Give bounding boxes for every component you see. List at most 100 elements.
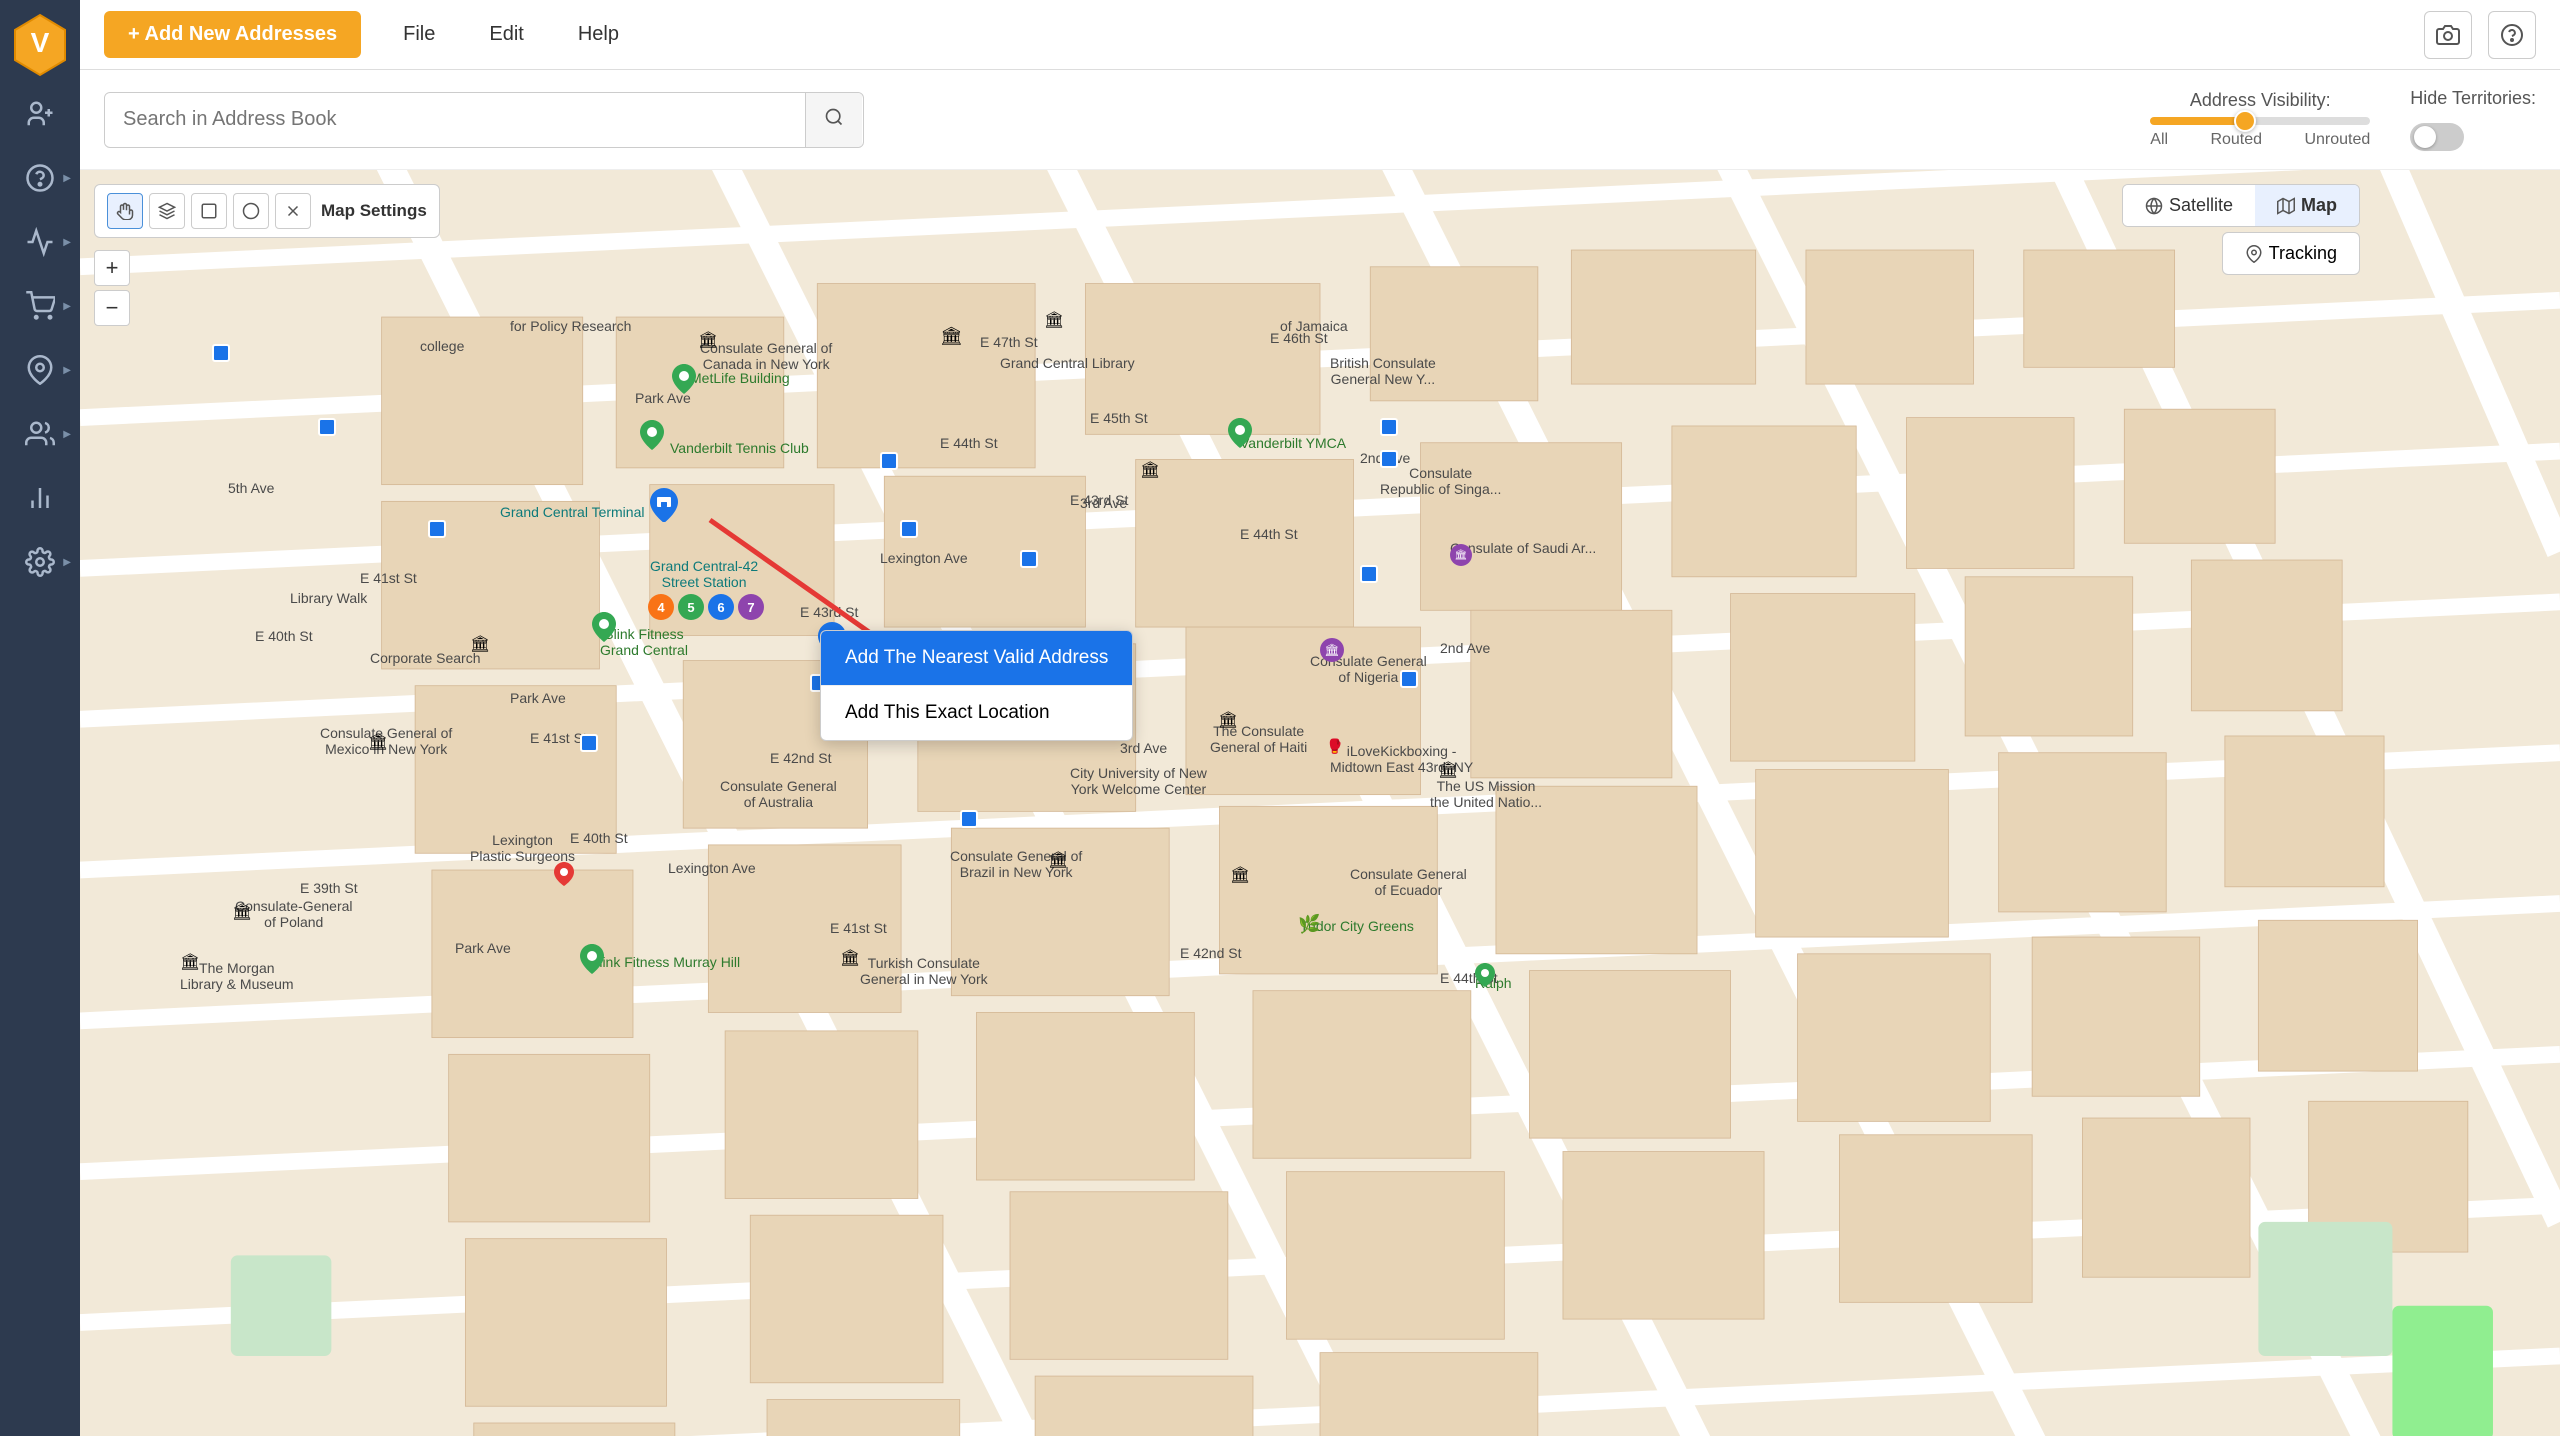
brazil-consulate-icon: 🏛 <box>1048 850 1068 870</box>
visibility-area: Address Visibility: All Routed Unrouted … <box>2150 88 2536 151</box>
morgan-library-icon: 🏛 <box>180 952 200 972</box>
map-settings-label: Map Settings <box>321 201 427 221</box>
search-container <box>104 92 864 148</box>
sidebar-item-team[interactable]: ▶ <box>5 404 75 464</box>
zoom-in-button[interactable]: + <box>94 250 130 286</box>
add-addresses-button[interactable]: + Add New Addresses <box>104 11 361 58</box>
blue-square-13 <box>580 734 598 752</box>
circle-tool-button[interactable] <box>233 193 269 229</box>
tracking-label: Tracking <box>2269 243 2337 264</box>
map-area[interactable]: Map Settings + − Satellite <box>80 170 2560 1436</box>
search-area: Address Visibility: All Routed Unrouted … <box>80 70 2560 170</box>
ecuador-consulate-icon: 🏛 <box>1230 865 1250 885</box>
transit-badge-4: 4 <box>648 594 674 620</box>
sidebar-item-add-user[interactable] <box>5 84 75 144</box>
hide-territories-label: Hide Territories: <box>2410 88 2536 109</box>
corporate-search-icon: 🏛 <box>470 634 490 654</box>
blink-murray-hill-marker <box>580 944 604 979</box>
hide-territories-toggle[interactable] <box>2410 123 2464 151</box>
sidebar-item-routes[interactable]: ▶ <box>5 212 75 272</box>
map-view-button[interactable]: Map <box>2255 185 2359 226</box>
sidebar-item-analytics[interactable] <box>5 468 75 528</box>
label-unrouted: Unrouted <box>2304 131 2370 149</box>
blink-fitness-gc-marker <box>592 612 616 647</box>
canada-consulate-icon: 🏛 <box>698 330 718 350</box>
map-canvas <box>80 170 2560 1436</box>
sidebar: V ▶ ▶ ▶ ▶ <box>0 0 80 1436</box>
blue-square-12 <box>960 810 978 828</box>
transit-badge-6: 6 <box>708 594 734 620</box>
slider-labels: All Routed Unrouted <box>2150 131 2370 149</box>
label-all: All <box>2150 131 2168 149</box>
zoom-controls: + − <box>94 250 130 330</box>
visibility-label: Address Visibility: <box>2190 90 2331 111</box>
blue-square-14 <box>1380 418 1398 436</box>
help-button[interactable] <box>2488 11 2536 59</box>
library-icon-2: 🏛 <box>1140 460 1160 480</box>
menu-file[interactable]: File <box>391 15 447 54</box>
library-icon: 🏛 <box>940 326 963 347</box>
map-type-toggle: Satellite Map <box>2122 184 2360 227</box>
svg-text:V: V <box>31 27 50 58</box>
blue-square-1 <box>318 418 336 436</box>
sidebar-item-help[interactable]: ▶ <box>5 148 75 208</box>
blue-square-5 <box>1380 450 1398 468</box>
tudor-city-marker: 🌿 <box>1298 914 1320 935</box>
satellite-view-button[interactable]: Satellite <box>2123 185 2255 226</box>
menu-help[interactable]: Help <box>566 15 631 54</box>
hand-tool-button[interactable] <box>107 193 143 229</box>
ralph-marker <box>1475 963 1495 992</box>
consulate-haiti-icon: 🏛 <box>1218 710 1238 730</box>
blue-square-3 <box>880 452 898 470</box>
nigeria-consulate-marker: 🏛 <box>1320 638 1344 662</box>
sidebar-item-settings[interactable]: ▶ <box>5 532 75 592</box>
grand-central-terminal-marker <box>650 488 678 527</box>
blue-square-4 <box>900 520 918 538</box>
blue-square-11 <box>1400 670 1418 688</box>
map-toolbar: Map Settings <box>94 184 440 238</box>
sidebar-item-tracking[interactable]: ▶ <box>5 340 75 400</box>
add-nearest-address-button[interactable]: Add The Nearest Valid Address <box>821 631 1132 686</box>
search-button[interactable] <box>805 93 862 147</box>
sidebar-item-orders[interactable]: ▶ <box>5 276 75 336</box>
camera-button[interactable] <box>2424 11 2472 59</box>
plastic-surgeons-marker <box>554 862 574 891</box>
blue-square-0 <box>212 344 230 362</box>
transit-badge-7: 7 <box>738 594 764 620</box>
close-tool-button[interactable] <box>275 193 311 229</box>
app-logo[interactable]: V <box>10 10 70 70</box>
zoom-out-button[interactable]: − <box>94 290 130 326</box>
label-routed: Routed <box>2210 131 2262 149</box>
main-content: + Add New Addresses File Edit Help <box>80 0 2560 1436</box>
satellite-label: Satellite <box>2169 195 2233 216</box>
topbar: + Add New Addresses File Edit Help <box>80 0 2560 70</box>
vanderbilt-ymca-marker <box>1228 418 1252 453</box>
tracking-button[interactable]: Tracking <box>2222 232 2360 275</box>
kickboxing-icon: 🥊 <box>1326 738 1343 755</box>
poland-consulate-icon: 🏛 <box>232 902 252 922</box>
blue-square-10 <box>1360 565 1378 583</box>
mexico-consulate-icon: 🏛 <box>368 732 388 752</box>
us-mission-icon: 🏛 <box>1438 760 1458 780</box>
slider-thumb <box>2234 110 2256 132</box>
metlife-marker <box>672 364 696 399</box>
menu-edit[interactable]: Edit <box>477 15 535 54</box>
content-area: Address Visibility: All Routed Unrouted … <box>80 70 2560 1436</box>
vanderbilt-tennis-marker <box>640 420 664 455</box>
address-visibility-control: Address Visibility: All Routed Unrouted <box>2150 90 2370 149</box>
blue-square-6 <box>1020 550 1038 568</box>
visibility-slider[interactable] <box>2150 117 2370 125</box>
context-menu: Add The Nearest Valid Address Add This E… <box>820 630 1133 741</box>
saudi-consulate-marker: 🏛 <box>1450 544 1472 566</box>
add-exact-location-button[interactable]: Add This Exact Location <box>821 686 1132 740</box>
hide-territories-toggle-container: Hide Territories: <box>2410 88 2536 151</box>
transit-badge-5: 5 <box>678 594 704 620</box>
turkey-consulate-icon: 🏛 <box>840 948 860 968</box>
layers-tool-button[interactable] <box>149 193 185 229</box>
topbar-right <box>2424 11 2536 59</box>
rect-tool-button[interactable] <box>191 193 227 229</box>
blue-square-2 <box>428 520 446 538</box>
search-input[interactable] <box>105 94 805 145</box>
toggle-knob <box>2414 126 2436 148</box>
map-label: Map <box>2301 195 2337 216</box>
